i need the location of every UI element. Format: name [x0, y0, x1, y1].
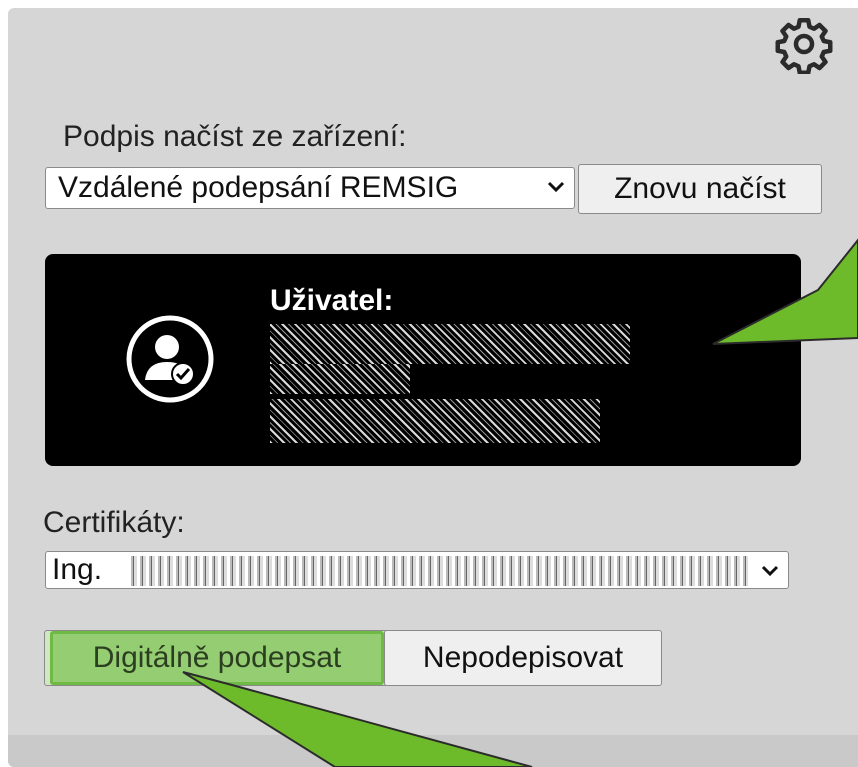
certs-label: Certifikáty:: [43, 506, 185, 539]
device-select-value: Vzdálené podepsání REMSIG: [58, 171, 459, 204]
user-card: Uživatel:: [45, 254, 801, 466]
chevron-down-icon: [761, 565, 779, 577]
redacted-user-name: [270, 324, 630, 364]
reload-button[interactable]: Znovu načíst: [578, 164, 822, 214]
gear-icon[interactable]: [774, 14, 834, 74]
source-label: Podpis načíst ze zařízení:: [63, 120, 407, 153]
user-check-icon: [126, 315, 214, 403]
redacted-user-org: [270, 399, 600, 443]
redacted-user-detail: [270, 364, 410, 394]
do-not-sign-button[interactable]: Nepodepisovat: [384, 630, 662, 686]
redacted-certificate-name: [128, 556, 748, 586]
panel-footer: [8, 735, 858, 767]
certificate-select[interactable]: Ing.: [45, 551, 789, 589]
chevron-down-icon: [547, 181, 565, 193]
device-select[interactable]: Vzdálené podepsání REMSIG: [45, 167, 575, 209]
user-title: Uživatel:: [270, 284, 394, 317]
certificate-select-value: Ing.: [52, 553, 103, 586]
digitally-sign-button[interactable]: Digitálně podepsat: [50, 631, 384, 685]
